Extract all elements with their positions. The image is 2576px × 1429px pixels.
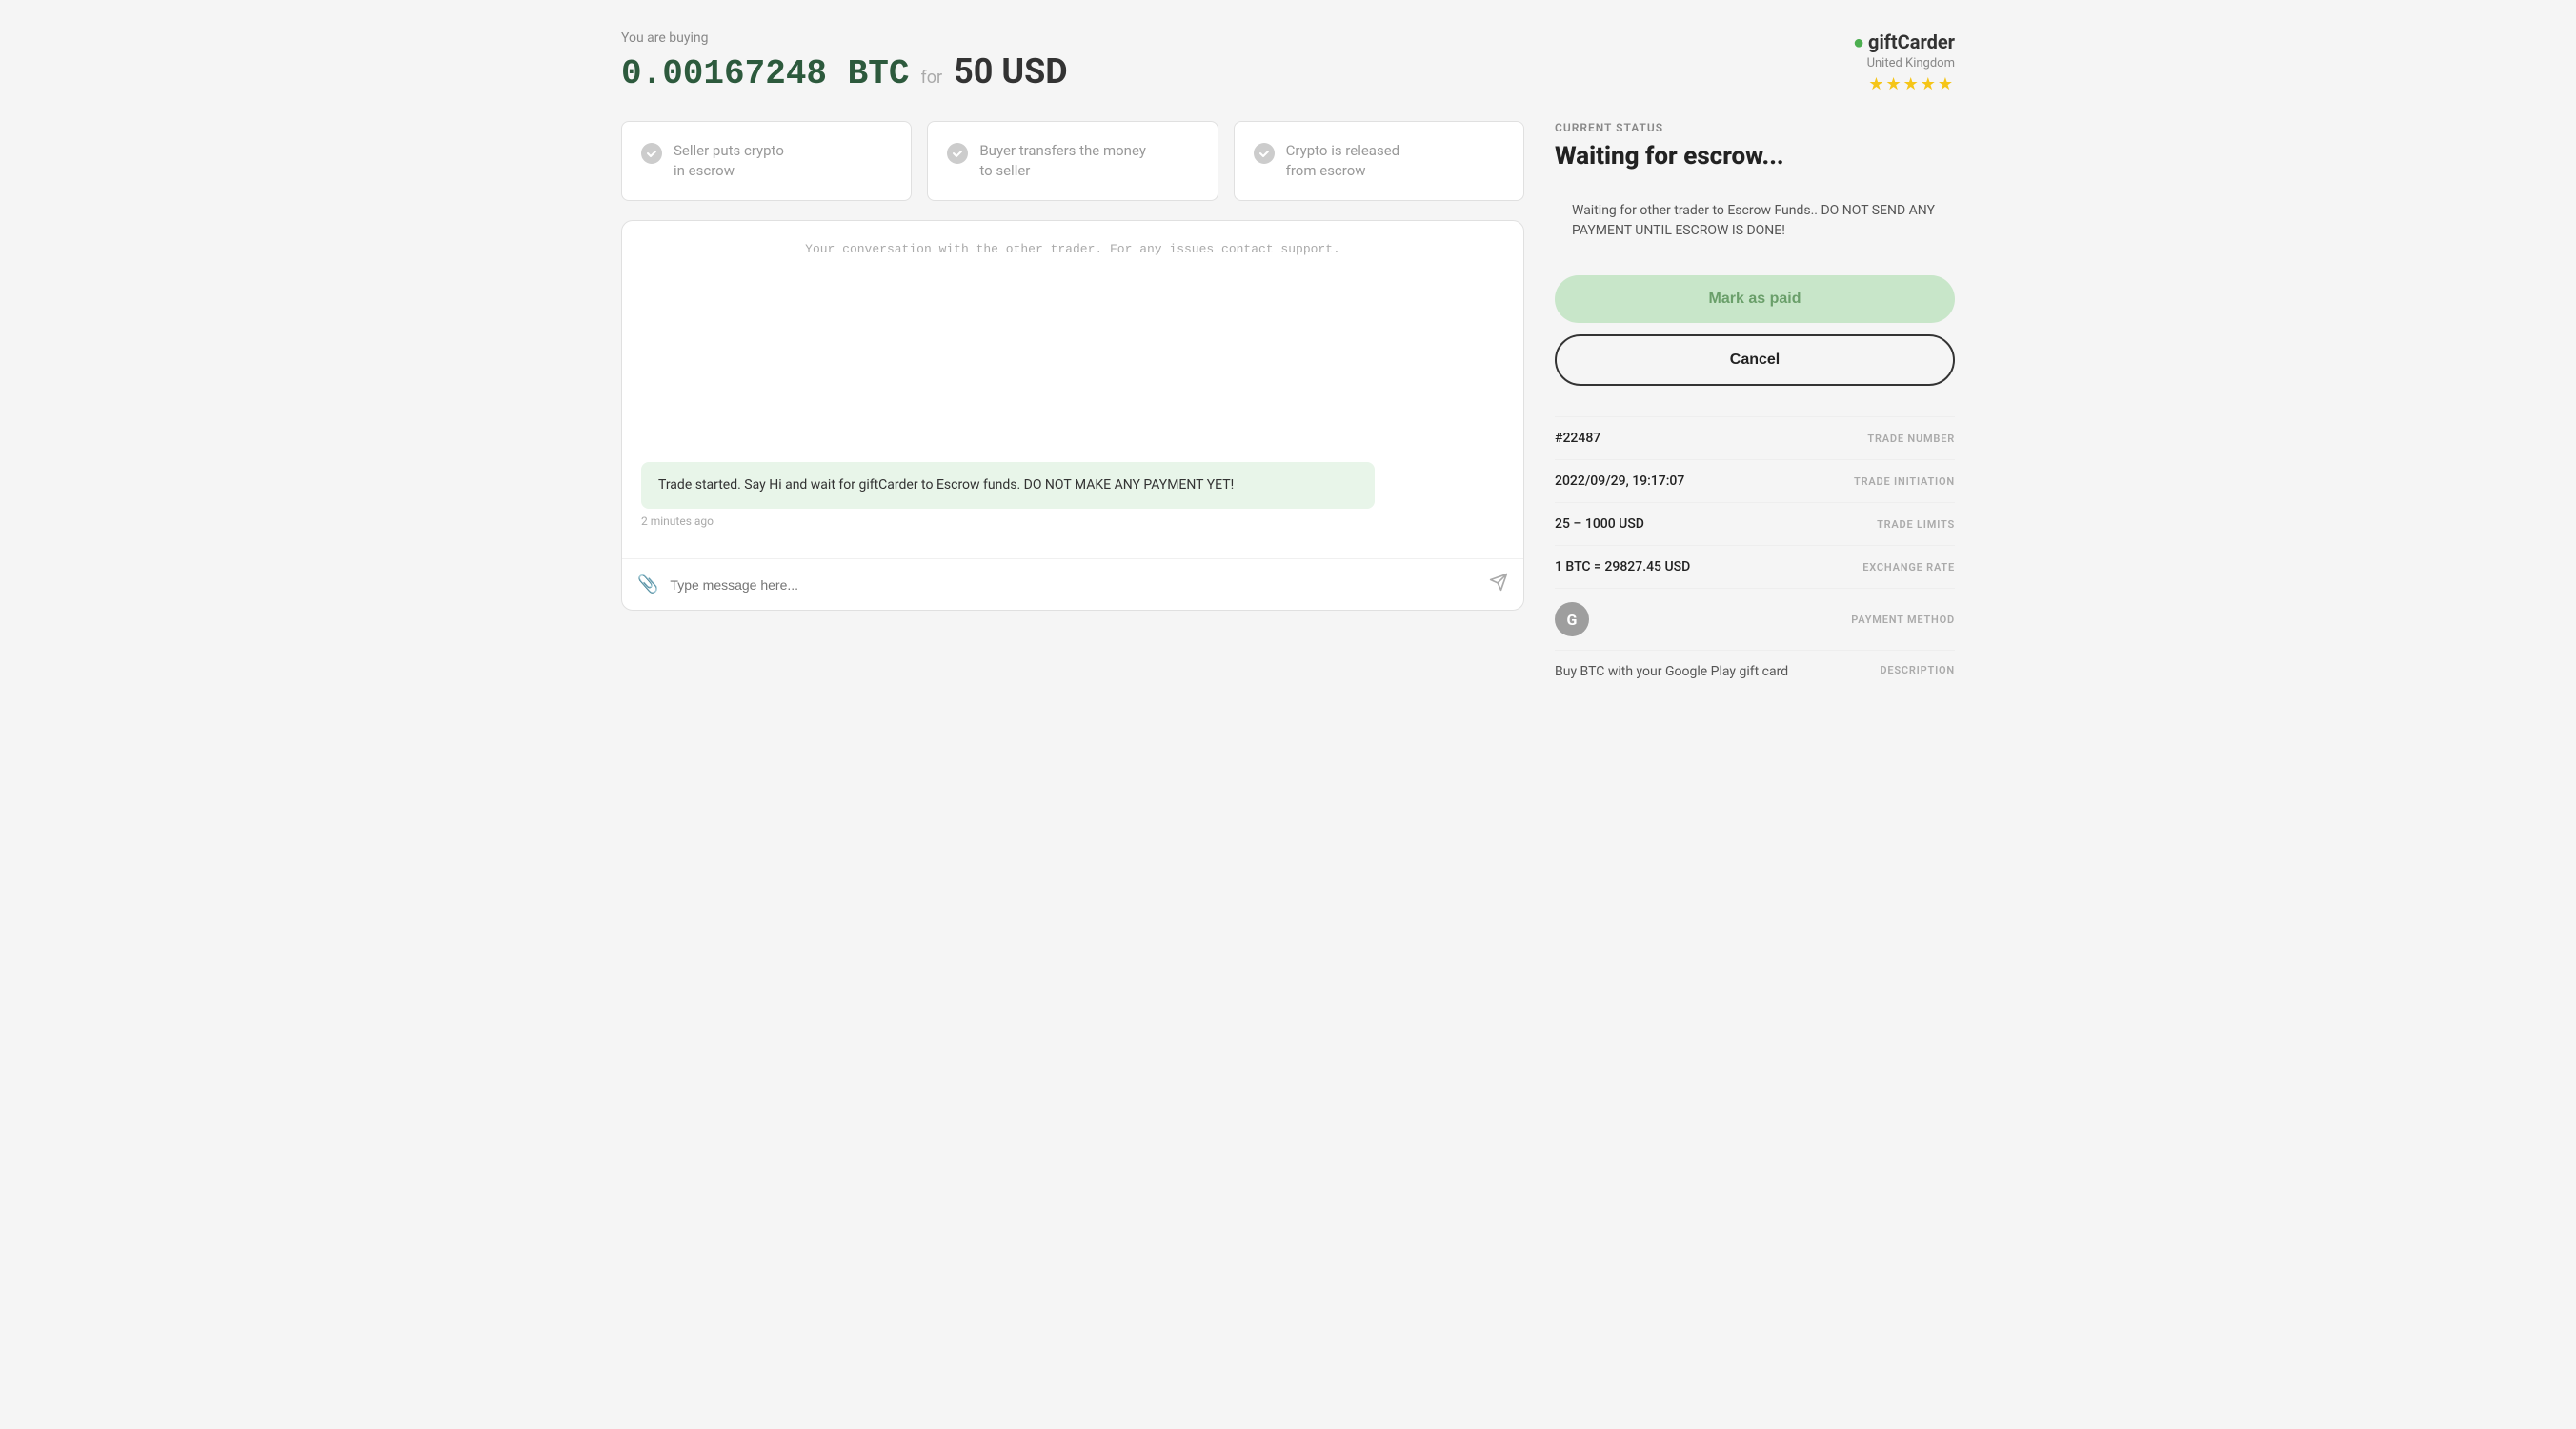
current-status-label: CURRENT STATUS [1555, 121, 1955, 134]
step-3-check [1254, 143, 1275, 164]
trade-limits-row: 25 – 1000 USD TRADE LIMITS [1555, 503, 1955, 546]
exchange-rate-label: EXCHANGE RATE [1862, 561, 1955, 574]
payment-method-row: G PAYMENT METHOD [1555, 589, 1955, 651]
trade-initiation-value: 2022/09/29, 19:17:07 [1555, 473, 1684, 489]
trade-number-label: TRADE NUMBER [1867, 433, 1955, 445]
trade-number-value: #22487 [1555, 431, 1600, 446]
payment-avatar: G [1555, 602, 1589, 636]
chat-message: Trade started. Say Hi and wait for giftC… [641, 462, 1375, 509]
step-3-card: Crypto is releasedfrom escrow [1234, 121, 1524, 201]
attach-icon[interactable]: 📎 [637, 574, 658, 594]
usd-amount: 50 USD [954, 51, 1068, 91]
step-1-card: Seller puts cryptoin escrow [621, 121, 912, 201]
page-wrapper: You are buying 0.00167248 BTC for 50 USD… [621, 30, 1955, 693]
step-1-check [641, 143, 662, 164]
step-3-text: Crypto is releasedfrom escrow [1286, 141, 1399, 181]
chat-header-text: Your conversation with the other trader.… [622, 221, 1523, 272]
escrow-notice: Waiting for other trader to Escrow Funds… [1555, 186, 1955, 256]
step-1-text: Seller puts cryptoin escrow [674, 141, 784, 181]
trade-number-row: #22487 TRADE NUMBER [1555, 417, 1955, 460]
description-label: DESCRIPTION [1880, 664, 1955, 676]
mark-as-paid-button[interactable]: Mark as paid [1555, 275, 1955, 323]
for-text: for [920, 68, 942, 88]
status-heading: Waiting for escrow... [1555, 142, 1955, 171]
chat-time: 2 minutes ago [641, 514, 1504, 528]
page-header: You are buying 0.00167248 BTC for 50 USD… [621, 30, 1955, 94]
seller-country: United Kingdom [1853, 56, 1955, 70]
trade-initiation-row: 2022/09/29, 19:17:07 TRADE INITIATION [1555, 460, 1955, 503]
chat-input-row: 📎 [622, 558, 1523, 610]
right-panel: CURRENT STATUS Waiting for escrow... Wai… [1555, 121, 1955, 693]
buying-amount: 0.00167248 BTC for 50 USD [621, 51, 1068, 93]
cancel-button[interactable]: Cancel [1555, 334, 1955, 386]
payment-method-label: PAYMENT METHOD [1851, 614, 1955, 626]
trade-limits-label: TRADE LIMITS [1877, 518, 1955, 531]
trade-details: #22487 TRADE NUMBER 2022/09/29, 19:17:07… [1555, 416, 1955, 693]
trade-initiation-label: TRADE INITIATION [1854, 475, 1955, 488]
trade-limits-value: 25 – 1000 USD [1555, 516, 1644, 532]
chat-body: Trade started. Say Hi and wait for giftC… [622, 272, 1523, 558]
btc-amount: 0.00167248 BTC [621, 54, 909, 93]
chat-panel: Your conversation with the other trader.… [621, 220, 1524, 611]
seller-name: ●giftCarder [1853, 30, 1955, 54]
seller-stars: ★★★★★ [1853, 74, 1955, 94]
online-dot: ● [1853, 30, 1864, 53]
buying-label: You are buying [621, 30, 1068, 46]
exchange-rate-value: 1 BTC = 29827.45 USD [1555, 559, 1690, 574]
main-layout: Seller puts cryptoin escrow Buyer transf… [621, 121, 1955, 693]
description-row: Buy BTC with your Google Play gift card … [1555, 651, 1955, 693]
exchange-rate-row: 1 BTC = 29827.45 USD EXCHANGE RATE [1555, 546, 1955, 589]
seller-info: ●giftCarder United Kingdom ★★★★★ [1853, 30, 1955, 94]
send-icon[interactable] [1489, 573, 1508, 596]
step-2-card: Buyer transfers the moneyto seller [927, 121, 1218, 201]
steps-row: Seller puts cryptoin escrow Buyer transf… [621, 121, 1524, 201]
left-panel: Seller puts cryptoin escrow Buyer transf… [621, 121, 1524, 611]
step-2-text: Buyer transfers the moneyto seller [979, 141, 1146, 181]
step-2-check [947, 143, 968, 164]
buying-info: You are buying 0.00167248 BTC for 50 USD [621, 30, 1068, 93]
chat-input[interactable] [670, 577, 1478, 593]
description-text: Buy BTC with your Google Play gift card [1555, 664, 1788, 679]
